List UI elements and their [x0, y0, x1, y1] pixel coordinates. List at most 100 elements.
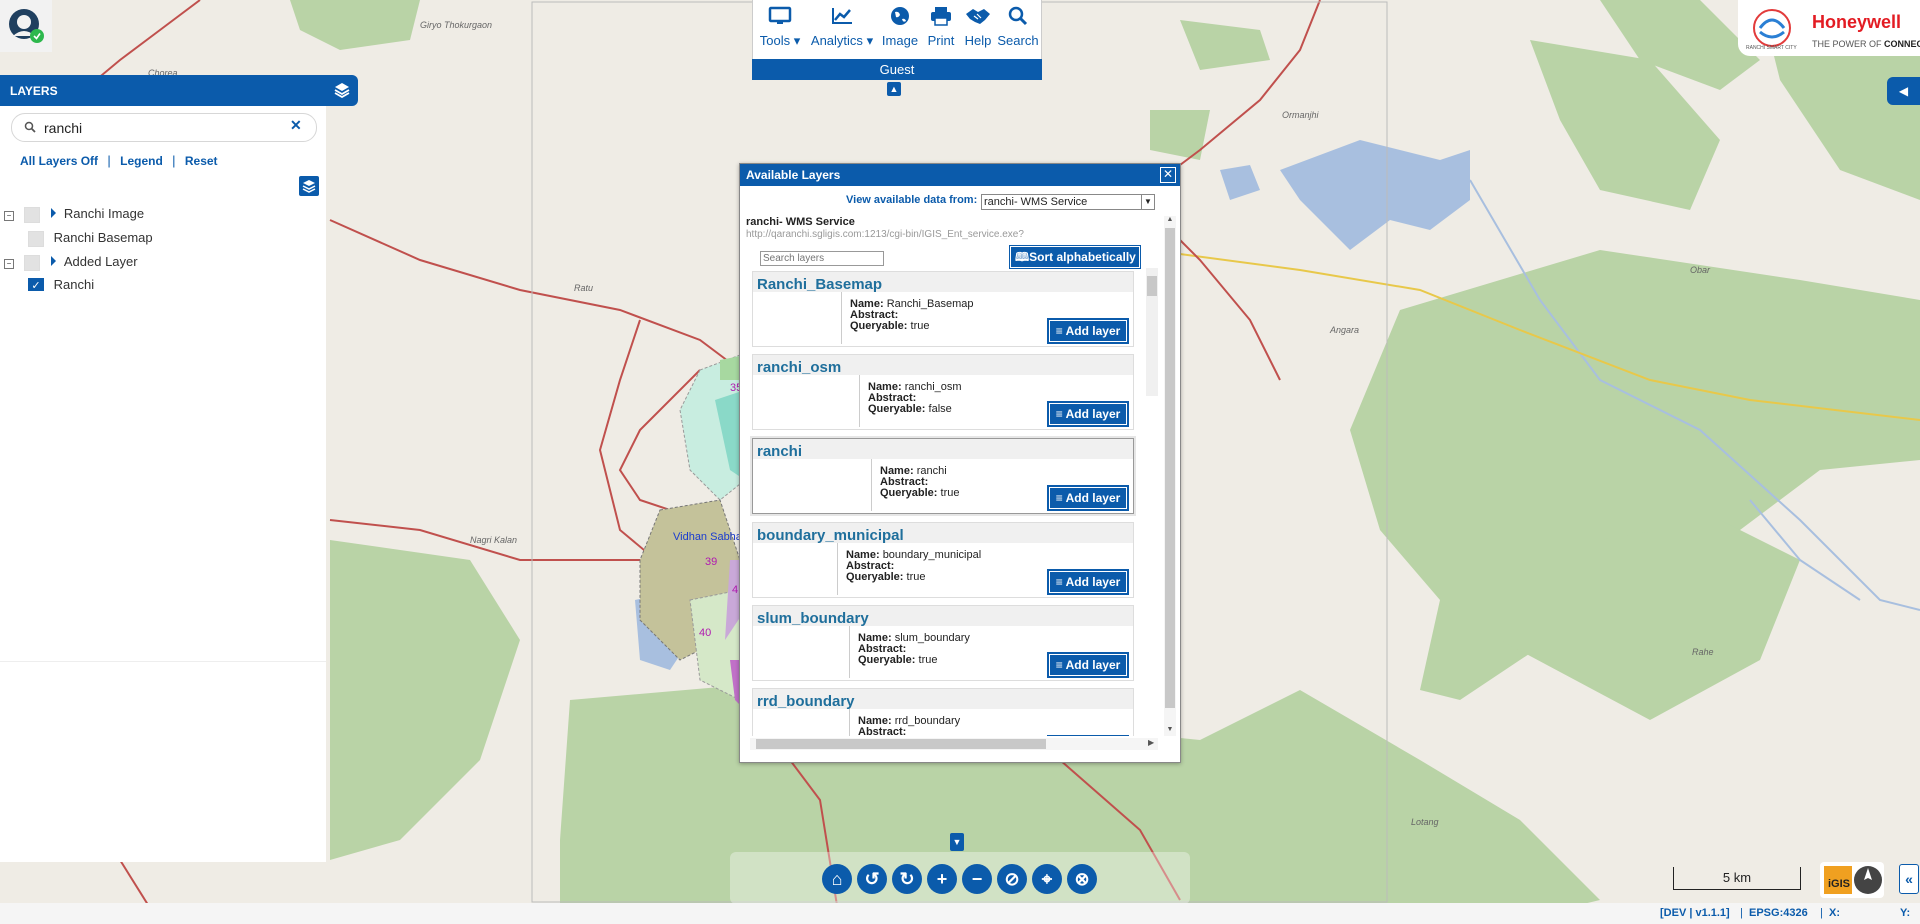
add-layer-button[interactable]: ≡ Add layer	[1047, 485, 1129, 511]
horizontal-scroll-thumb[interactable]	[756, 739, 1046, 749]
add-layer-button[interactable]: ≡ Add layer	[1047, 318, 1129, 344]
user-avatar-icon[interactable]	[0, 0, 52, 52]
layer-actions: All Layers Off | Legend | Reset	[20, 153, 218, 168]
brand-logos: RANCHI SMART CITY Honeywell THE POWER OF…	[1738, 0, 1920, 56]
search-layers-input[interactable]	[760, 251, 884, 266]
tree-node-ranchi-image[interactable]: − Ranchi Image	[4, 206, 144, 223]
image-button[interactable]: Image	[879, 6, 921, 48]
layer-info: Name: rrd_boundary Abstract:	[858, 716, 960, 738]
vertical-scroll-thumb[interactable]	[1165, 228, 1175, 708]
tree-node-ranchi-basemap[interactable]: Ranchi Basemap	[28, 230, 153, 247]
layer-options-button[interactable]	[299, 176, 319, 196]
chevron-down-icon: ▼	[1141, 195, 1154, 209]
tree-label: Ranchi	[53, 277, 95, 291]
double-chevron-left-icon: «	[1905, 871, 1913, 887]
caret-left-icon: ◀	[1898, 84, 1909, 98]
layers-add-icon: ≡	[1055, 407, 1063, 421]
line-chart-icon	[832, 8, 852, 24]
undo-view-button[interactable]: ↺	[857, 864, 887, 894]
collapse-node-icon[interactable]: −	[4, 259, 14, 269]
service-name: ranchi- WMS Service	[746, 216, 855, 228]
all-layers-off-link[interactable]: All Layers Off	[20, 154, 98, 168]
redo-view-button[interactable]: ↻	[892, 864, 922, 894]
layer-name: boundary_municipal	[882, 549, 982, 561]
scroll-right-icon[interactable]: ▶	[1148, 738, 1154, 747]
inner-scrollbar[interactable]	[1146, 268, 1158, 396]
add-layer-button[interactable]: ≡ Add layer	[1047, 569, 1129, 595]
expand-arrow-icon[interactable]	[51, 256, 57, 266]
card-header	[753, 439, 1133, 459]
version-text: [DEV | v1.1.1]	[1660, 907, 1730, 919]
view-data-label: View available data from:	[846, 194, 978, 206]
data-source-select[interactable]: ranchi- WMS Service ▼	[981, 194, 1155, 210]
add-layer-button[interactable]: ≡ Add layer	[1047, 401, 1129, 427]
layer-checkbox[interactable]	[23, 254, 40, 271]
crosshair-icon: ⌖	[1041, 869, 1053, 889]
vertical-scrollbar[interactable]: ▲ ▼	[1164, 216, 1176, 736]
zoom-out-button[interactable]: −	[962, 864, 992, 894]
layer-checkbox-checked[interactable]: ✓	[28, 277, 44, 291]
search-button[interactable]: Search	[997, 6, 1039, 48]
queryable-key: Queryable:	[846, 571, 904, 583]
scroll-down-icon[interactable]: ▼	[1164, 726, 1176, 736]
layer-info: Name: ranchi_osm Abstract: Queryable: fa…	[868, 382, 962, 415]
home-button[interactable]: ⌂	[822, 864, 852, 894]
scroll-up-icon[interactable]: ▲	[1164, 216, 1176, 226]
layer-queryable: true	[906, 571, 926, 583]
hide-button[interactable]: ⊘	[997, 864, 1027, 894]
honeywell-tagline: THE POWER OF CONNECTED	[1812, 39, 1920, 49]
queryable-key: Queryable:	[880, 487, 938, 499]
layer-queryable: true	[910, 320, 930, 332]
tools-button[interactable]: Tools ▾	[755, 6, 805, 49]
layer-info: Name: Ranchi_Basemap Abstract: Queryable…	[850, 299, 974, 332]
layers-add-icon: ≡	[1055, 658, 1063, 672]
status-footer: [DEV | v1.1.1] | EPSG:4326 | X: Y:	[0, 903, 1920, 924]
service-url: http://qaranchi.sgligis.com:1213/cgi-bin…	[746, 229, 1024, 240]
zoom-in-button[interactable]: +	[927, 864, 957, 894]
map-label-obar: Obar	[1690, 265, 1711, 275]
handshake-icon	[966, 9, 990, 24]
tagline-part-1: THE POWER OF	[1812, 39, 1882, 49]
clear-button[interactable]: ⊗	[1067, 864, 1097, 894]
inner-scroll-thumb[interactable]	[1147, 276, 1157, 296]
guest-bar: Guest	[752, 59, 1042, 80]
add-layer-label: Add layer	[1065, 407, 1121, 421]
collapse-toolbar-button[interactable]: ▲	[887, 82, 901, 96]
help-button[interactable]: Help	[961, 6, 995, 48]
layer-search-input[interactable]	[42, 118, 286, 138]
map-label-ratu: Ratu	[574, 283, 594, 293]
layer-title: ranchi	[757, 443, 803, 460]
collapse-node-icon[interactable]: −	[4, 211, 14, 221]
layer-search-box: ✕	[11, 113, 317, 142]
igis-logo: iGIS	[1820, 862, 1884, 898]
expand-arrow-icon[interactable]	[51, 208, 57, 218]
locate-button[interactable]: ⌖	[1032, 864, 1062, 894]
tree-node-ranchi[interactable]: ✓ Ranchi	[28, 277, 94, 291]
sort-alphabetically-button[interactable]: 🕮Sort alphabetically	[1009, 245, 1141, 269]
printer-icon	[931, 7, 951, 26]
legend-link[interactable]: Legend	[120, 154, 163, 168]
clear-search-icon[interactable]: ✕	[290, 117, 302, 134]
layers-add-icon: ≡	[1055, 324, 1063, 338]
home-icon: ⌂	[831, 869, 843, 889]
right-panel-toggle[interactable]: ◀	[1887, 77, 1920, 105]
analytics-button[interactable]: Analytics ▾	[807, 6, 877, 49]
add-layer-label: Add layer	[1065, 575, 1121, 589]
sort-label: Sort alphabetically	[1029, 250, 1136, 264]
horizontal-scrollbar[interactable]: ▶	[750, 738, 1158, 750]
layer-checkbox[interactable]	[23, 206, 40, 223]
add-layer-label: Add layer	[1065, 491, 1121, 505]
layers-stack-icon[interactable]	[334, 82, 350, 98]
user-profile[interactable]	[0, 0, 52, 52]
add-layer-button[interactable]: ≡ Add layer	[1047, 652, 1129, 678]
tree-label: Ranchi Image	[63, 206, 145, 221]
tree-node-added-layer[interactable]: − Added Layer	[4, 254, 138, 271]
reset-link[interactable]: Reset	[185, 154, 218, 168]
print-button[interactable]: Print	[923, 6, 959, 48]
collapse-nav-button[interactable]: ▼	[950, 833, 964, 851]
layer-info: Name: slum_boundary Abstract: Queryable:…	[858, 633, 970, 666]
layer-checkbox[interactable]	[28, 230, 44, 247]
layers-panel-lower	[0, 661, 326, 862]
close-icon[interactable]: ✕	[1160, 167, 1176, 183]
expand-panel-button[interactable]: «	[1899, 864, 1919, 894]
